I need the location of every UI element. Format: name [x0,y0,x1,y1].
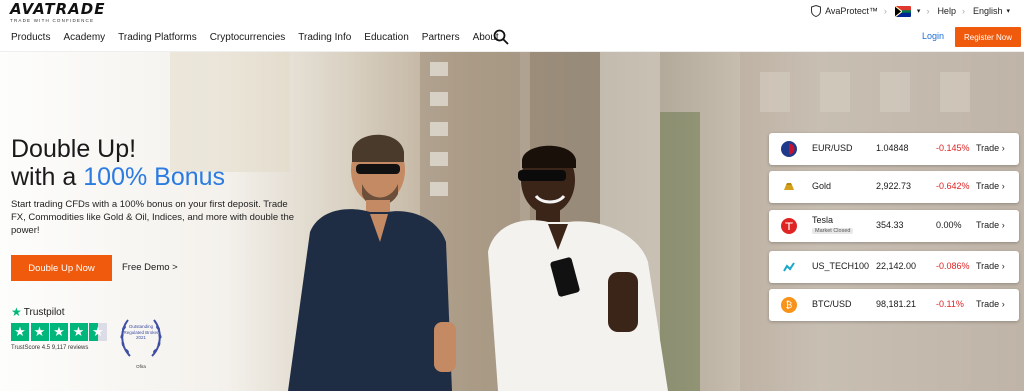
man-in-navy-shirt-image [288,134,456,391]
separator-chevron-icon: › [961,6,965,16]
ticker-change: 0.00% [936,220,962,230]
nav-item-partners[interactable]: Partners [422,32,460,43]
eur-usd-icon [781,141,797,157]
ticker-card-tesla[interactable]: Tesla Market Closed 354.33 0.00% Trade › [769,210,1019,242]
award-title: Outstanding Regulated Broker [123,324,159,335]
language-selector[interactable]: English ▾ [973,6,1010,16]
chevron-down-icon: ▾ [916,8,921,15]
ticker-card-btc-usd[interactable]: ₿ BTC/USD 98,181.21 -0.11% Trade › [769,289,1019,321]
ticker-card-us-tech100[interactable]: US_TECH100 22,142.00 -0.086% Trade › [769,251,1019,283]
star-icon: ★ [30,323,49,341]
main-nav: Products Academy Trading Platforms Crypt… [0,22,1024,52]
nav-item-cryptocurrencies[interactable]: Cryptocurrencies [210,32,286,43]
trade-label: Trade [976,220,1000,230]
trustpilot-rating: ★ ★ ★ ★ ★ [11,323,109,341]
half-star-icon: ★ [89,323,107,341]
trade-label: Trade [976,143,1000,153]
utility-links: AvaProtect™ › ▾ › Help › English ▾ [803,3,1010,19]
chevron-right-icon: › [1001,261,1005,271]
ticker-name: US_TECH100 [812,261,870,271]
man-in-white-shirt-image [488,145,668,391]
logo-wordmark: AVATRADE [10,0,106,18]
ticker-card-gold[interactable]: Gold 2,922.73 -0.642% Trade › [769,171,1019,203]
trade-label: Trade [976,299,1000,309]
search-icon[interactable] [493,29,509,45]
ticker-name: Tesla [812,215,834,225]
ticker-change: -0.145% [936,143,970,153]
hero-banner: Double Up! with a 100% Bonus Start tradi… [0,52,1024,391]
ticker-change: -0.642% [936,181,970,191]
trade-link[interactable]: Trade › [976,220,1005,230]
trade-link[interactable]: Trade › [976,181,1005,191]
award-footer: Ofira [136,364,146,369]
ticker-name: Gold [812,181,832,191]
help-link[interactable]: Help [937,6,956,16]
hero-subtext: Start trading CFDs with a 100% bonus on … [11,199,295,236]
shield-icon [811,5,822,17]
trustpilot-brand: ★ Trustpilot [11,305,109,319]
ticker-price: 22,142.00 [876,261,917,271]
help-label: Help [937,6,956,16]
nav-item-trading-platforms[interactable]: Trading Platforms [118,32,197,43]
trustpilot-widget[interactable]: ★ Trustpilot ★ ★ ★ ★ ★ TrustScore 4.5 9,… [11,305,109,351]
ticker-price: 1.04848 [876,143,909,153]
separator-chevron-icon: › [926,6,930,16]
trade-label: Trade [976,261,1000,271]
separator-chevron-icon: › [883,6,887,16]
language-label: English [972,6,1003,16]
award-text: Outstanding Regulated Broker 2021 [118,324,164,341]
nav-item-academy[interactable]: Academy [63,32,105,43]
award-year: 2021 [135,335,146,340]
gold-icon [781,179,797,195]
ticker-price: 98,181.21 [876,299,917,309]
headline-accent: 100% Bonus [83,163,226,191]
trustscore-text: TrustScore 4.5 9,117 reviews [11,345,89,351]
ticker-card-eur-usd[interactable]: EUR/USD 1.04848 -0.145% Trade › [769,133,1019,165]
star-icon: ★ [50,323,68,341]
star-icon: ★ [11,323,29,341]
trade-link[interactable]: Trade › [976,143,1005,153]
nav-item-trading-info[interactable]: Trading Info [298,32,351,43]
ticker-change: -0.11% [936,299,964,309]
avaprotect-label: AvaProtect™ [825,6,878,16]
ticker-name: BTC/USD [812,299,852,309]
market-closed-badge: Market Closed [812,228,854,234]
register-now-button[interactable]: Register Now [955,27,1021,47]
chevron-right-icon: › [1001,143,1005,153]
ticker-price: 354.33 [876,220,904,230]
south-africa-flag-icon [894,5,911,17]
ticker-change: -0.086% [936,261,970,271]
avatrade-logo[interactable]: AVATRADE TRADE WITH CONFIDENCE [10,0,106,24]
star-icon: ★ [69,323,88,341]
btc-icon: ₿ [781,297,797,313]
tesla-icon [781,218,797,234]
headline-line2: with a 100% Bonus [11,163,225,191]
chevron-right-icon: › [1001,220,1005,230]
chevron-right-icon: › [1001,299,1005,309]
ticker-price: 2,922.73 [876,181,912,191]
nav-menu: Products Academy Trading Platforms Crypt… [11,22,512,52]
headline-prefix: with a [11,163,84,191]
nav-item-education[interactable]: Education [364,32,408,43]
double-up-now-button[interactable]: Double Up Now [11,255,112,281]
award-badge: Outstanding Regulated Broker 2021 Ofira [118,314,164,376]
top-bar: AVATRADE TRADE WITH CONFIDENCE AvaProtec… [0,0,1024,24]
trade-link[interactable]: Trade › [976,261,1005,271]
us-tech100-icon [781,259,797,275]
hero-headline: Double Up! with a 100% Bonus [11,135,225,191]
nav-item-products[interactable]: Products [11,32,50,43]
free-demo-link[interactable]: Free Demo > [122,262,178,273]
login-link[interactable]: Login [922,31,944,41]
avaprotect-link[interactable]: AvaProtect™ [811,5,878,17]
region-selector[interactable]: ▾ [894,5,921,17]
chevron-down-icon: ▾ [1006,8,1010,15]
trade-link[interactable]: Trade › [976,299,1005,309]
chevron-right-icon: › [1001,181,1005,191]
ticker-name: EUR/USD [812,143,853,153]
trustpilot-label: Trustpilot [23,306,65,318]
trustpilot-star-icon: ★ [11,305,22,319]
trade-label: Trade [976,181,1000,191]
headline-line1: Double Up! [11,135,137,163]
